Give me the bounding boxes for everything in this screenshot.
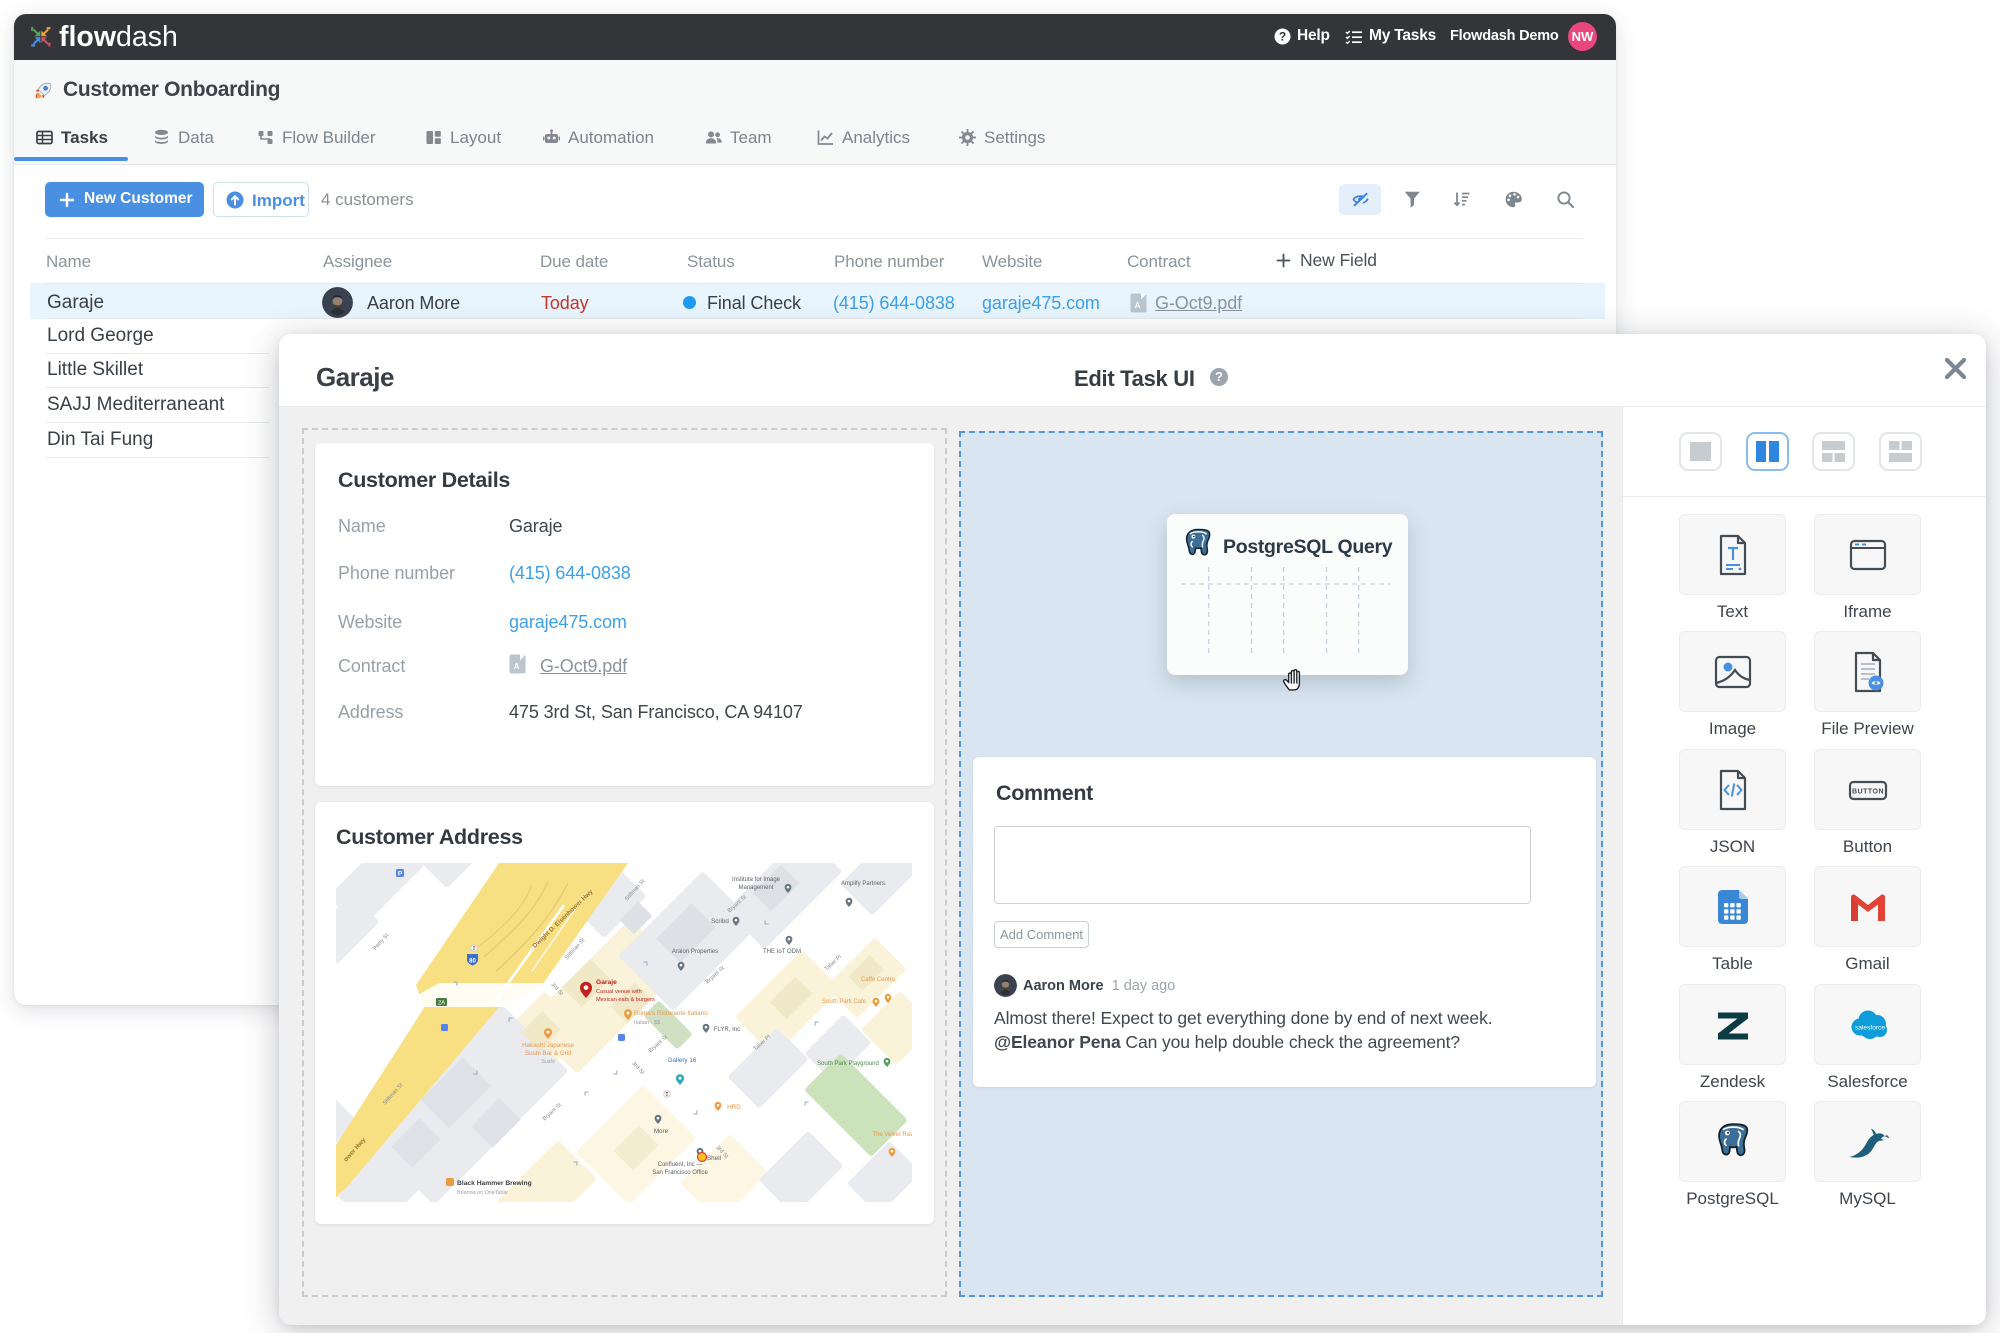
svg-text:FLYR, Inc: FLYR, Inc: [714, 1027, 740, 1033]
svg-text:Aralon Properties: Aralon Properties: [672, 949, 718, 955]
svg-text:A: A: [1135, 301, 1141, 310]
svg-text:THE IoT ODM: THE IoT ODM: [763, 949, 801, 955]
svg-text:San Francisco Office: San Francisco Office: [652, 1170, 708, 1176]
svg-text:Brianna on OneTable: Brianna on OneTable: [457, 1190, 508, 1196]
svg-text:South Park Playground: South Park Playground: [817, 1061, 879, 1067]
svg-text:2A: 2A: [438, 1000, 445, 1006]
svg-text:Sushi: Sushi: [541, 1059, 555, 1065]
svg-text:Amplify Partners: Amplify Partners: [841, 881, 885, 887]
svg-text:The Velvet Raven: The Velvet Raven: [872, 1132, 912, 1138]
svg-text:Casual venue with: Casual venue with: [596, 989, 642, 995]
svg-text:?: ?: [1279, 30, 1286, 44]
svg-text:Black Hammer Brewing: Black Hammer Brewing: [457, 1180, 532, 1187]
svg-text:Roma's Ristorante Italiano: Roma's Ristorante Italiano: [634, 1010, 708, 1017]
svg-text:South Park Cafe: South Park Cafe: [822, 999, 867, 1005]
svg-text:Scribd: Scribd: [711, 918, 729, 925]
svg-text:80: 80: [469, 959, 476, 965]
svg-text:Management: Management: [738, 885, 773, 891]
svg-text:Garaje: Garaje: [596, 979, 617, 986]
svg-text:More: More: [654, 1128, 669, 1135]
svg-text:A: A: [514, 662, 520, 671]
svg-text:salesforce: salesforce: [1854, 1024, 1884, 1031]
svg-text:Sushi Bar & Grill: Sushi Bar & Grill: [525, 1050, 571, 1057]
svg-text:Confluent, Inc —: Confluent, Inc —: [658, 1162, 703, 1168]
svg-text:Italian · $$: Italian · $$: [634, 1020, 661, 1026]
svg-text:Institute for Image: Institute for Image: [732, 877, 781, 883]
svg-text:Gallery 16: Gallery 16: [668, 1057, 697, 1064]
svg-text:Mexican eats & burgers: Mexican eats & burgers: [596, 997, 655, 1003]
svg-text:HRD: HRD: [727, 1104, 741, 1111]
svg-text:Hakashi Japanese: Hakashi Japanese: [522, 1042, 574, 1049]
svg-text:P: P: [398, 870, 403, 877]
svg-text:BUTTON: BUTTON: [1851, 788, 1883, 795]
svg-text:Shell: Shell: [707, 1155, 721, 1162]
svg-text:Caffe Centro: Caffe Centro: [861, 977, 896, 983]
